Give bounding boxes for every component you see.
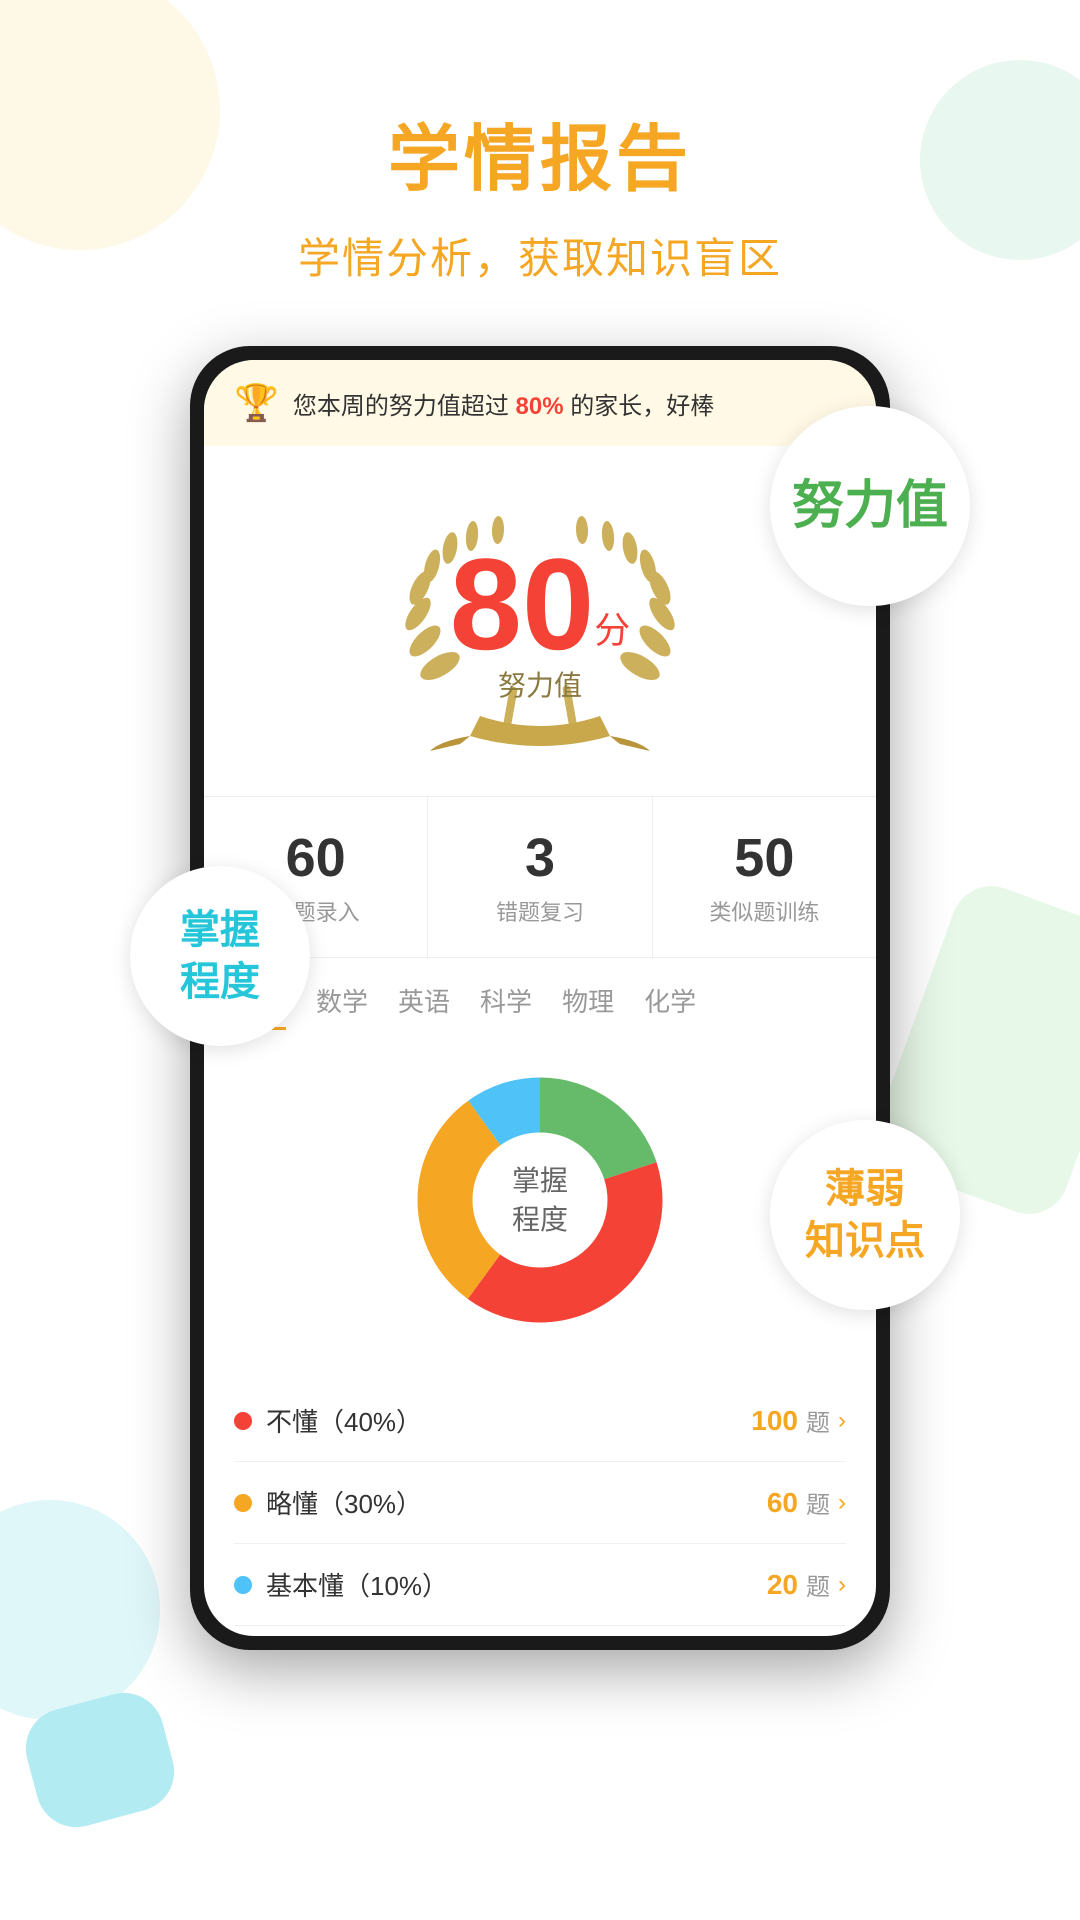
notification-text: 您本周的努力值超过 80% 的家长，好棒 [293,386,714,421]
notification-banner: 🏆 您本周的努力值超过 80% 的家长，好棒 [204,360,876,446]
subject-tab-chemistry[interactable]: 化学 [644,982,696,1030]
legend-count-0: 100 [751,1405,798,1437]
legend-count-1: 60 [767,1487,798,1519]
screen-content: 🏆 您本周的努力值超过 80% 的家长，好棒 [204,360,876,1636]
highlight-percent: 80% [516,393,564,420]
legend-right-0: 100 题 › [751,1403,846,1438]
legend-label-1: 略懂（30%） [266,1484,422,1521]
master-label-text: 掌握程度 [180,904,260,1008]
stat-item-review: 3 错题复习 [428,797,652,957]
legend-item-1[interactable]: 略懂（30%） 60 题 › [234,1462,846,1544]
stat-desc-1: 错题复习 [438,895,641,927]
legend-arrow-2: › [838,1571,846,1599]
effort-label-text: 努力值 [792,475,948,537]
legend-count-2: 20 [767,1569,798,1601]
legend-item-0[interactable]: 不懂（40%） 100 题 › [234,1380,846,1462]
score-number: 80分 [450,529,631,679]
page-subtitle: 学情分析，获取知识盲区 [0,225,1080,286]
floating-effort-label: 努力值 [770,406,970,606]
legend-dot-2 [234,1576,252,1594]
legend-right-1: 60 题 › [767,1485,846,1520]
legend-unit-0: 题 [806,1403,830,1438]
donut-center-label: 掌握程度 [512,1161,568,1239]
floating-master-label: 掌握程度 [130,866,310,1046]
legend-arrow-0: › [838,1407,846,1435]
legend-right-2: 20 题 › [767,1567,846,1602]
laurel-container: 80分 努力值 [380,486,700,766]
donut-chart: 掌握程度 [400,1060,680,1340]
legend-unit-2: 题 [806,1567,830,1602]
legend-label-2: 基本懂（10%） [266,1566,448,1603]
stat-number-1: 3 [438,827,641,889]
legend-left-1: 略懂（30%） [234,1484,422,1521]
legend-arrow-1: › [838,1489,846,1517]
score-display: 80分 努力值 [450,529,631,704]
floating-weak-label: 薄弱知识点 [770,1120,960,1310]
stat-desc-2: 类似题训练 [663,895,866,927]
subject-tab-science[interactable]: 科学 [480,982,532,1030]
subject-tab-math[interactable]: 数学 [316,982,368,1030]
subject-tab-english[interactable]: 英语 [398,982,450,1030]
phone-screen: 🏆 您本周的努力值超过 80% 的家长，好棒 [204,360,876,1636]
legend-left-0: 不懂（40%） [234,1402,422,1439]
weak-label-text: 薄弱知识点 [805,1163,925,1267]
legend-dot-0 [234,1412,252,1430]
header: 学情报告 学情分析，获取知识盲区 [0,0,1080,286]
legend-label-0: 不懂（40%） [266,1402,422,1439]
legend-left-2: 基本懂（10%） [234,1566,448,1603]
subject-tab-physics[interactable]: 物理 [562,982,614,1030]
trophy-icon: 🏆 [234,382,279,424]
legend-item-2[interactable]: 基本懂（10%） 20 题 › [234,1544,846,1626]
stat-item-similar: 50 类似题训练 [653,797,876,957]
page-title: 学情报告 [0,100,1080,205]
bg-decoration-botleft [0,1500,160,1720]
legend-dot-1 [234,1494,252,1512]
stat-number-2: 50 [663,827,866,889]
legend-unit-1: 题 [806,1485,830,1520]
phone-mockup: 努力值 掌握程度 薄弱知识点 🏆 您本周的努力值超过 80% 的家长，好棒 [190,346,890,1650]
legend-section: 不懂（40%） 100 题 › 略懂（30%） [204,1370,876,1636]
